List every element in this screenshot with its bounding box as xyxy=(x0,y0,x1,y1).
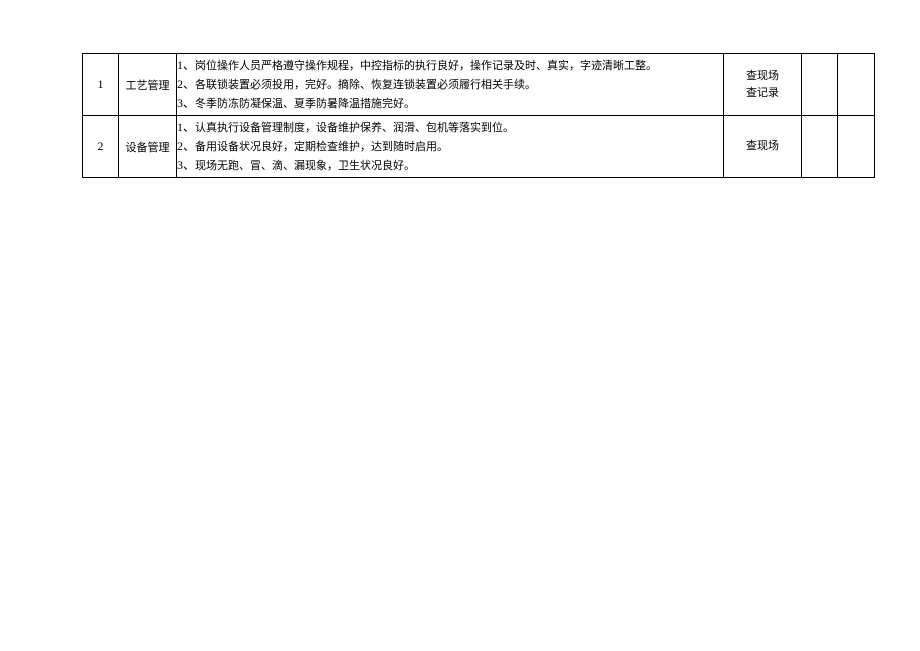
check-line: 查现场 xyxy=(724,138,801,155)
row-number: 1 xyxy=(83,54,119,116)
table-row: 1工艺管理1、岗位操作人员严格遵守操作规程，中控指标的执行良好，操作记录及时、真… xyxy=(83,54,875,116)
line-text: 备用设备状况良好，定期检查维护，达到随时启用。 xyxy=(195,141,448,153)
checklist-table-wrapper: 1工艺管理1、岗位操作人员严格遵守操作规程，中控指标的执行良好，操作记录及时、真… xyxy=(82,53,874,178)
row-check-method: 查现场 xyxy=(724,116,802,178)
line-text: 各联锁装置必须投用，完好。摘除、恢复连锁装置必须履行相关手续。 xyxy=(195,79,536,91)
line-prefix: 2、 xyxy=(177,77,195,91)
content-line: 2、各联锁装置必须投用，完好。摘除、恢复连锁装置必须履行相关手续。 xyxy=(177,75,719,94)
row-category: 设备管理 xyxy=(119,116,177,178)
line-text: 岗位操作人员严格遵守操作规程，中控指标的执行良好，操作记录及时、真实，字迹清晰工… xyxy=(195,60,657,72)
row-content: 1、认真执行设备管理制度，设备维护保养、润滑、包机等落实到位。2、备用设备状况良… xyxy=(177,116,724,178)
content-line: 1、岗位操作人员严格遵守操作规程，中控指标的执行良好，操作记录及时、真实，字迹清… xyxy=(177,56,719,75)
checklist-table: 1工艺管理1、岗位操作人员严格遵守操作规程，中控指标的执行良好，操作记录及时、真… xyxy=(82,53,875,178)
line-text: 现场无跑、冒、滴、漏现象，卫生状况良好。 xyxy=(195,160,415,172)
row-content: 1、岗位操作人员严格遵守操作规程，中控指标的执行良好，操作记录及时、真实，字迹清… xyxy=(177,54,724,116)
empty-cell xyxy=(838,116,875,178)
row-category: 工艺管理 xyxy=(119,54,177,116)
line-prefix: 3、 xyxy=(177,158,195,172)
content-line: 3、现场无跑、冒、滴、漏现象，卫生状况良好。 xyxy=(177,156,719,175)
line-text: 冬季防冻防凝保温、夏季防暑降温措施完好。 xyxy=(195,98,415,110)
empty-cell xyxy=(802,116,838,178)
check-line: 查记录 xyxy=(724,85,801,102)
empty-cell xyxy=(838,54,875,116)
check-line: 查现场 xyxy=(724,68,801,85)
content-line: 3、冬季防冻防凝保温、夏季防暑降温措施完好。 xyxy=(177,94,719,113)
row-check-method: 查现场查记录 xyxy=(724,54,802,116)
line-text: 认真执行设备管理制度，设备维护保养、润滑、包机等落实到位。 xyxy=(195,122,514,134)
line-prefix: 3、 xyxy=(177,96,195,110)
line-prefix: 1、 xyxy=(177,120,195,134)
table-row: 2设备管理1、认真执行设备管理制度，设备维护保养、润滑、包机等落实到位。2、备用… xyxy=(83,116,875,178)
line-prefix: 2、 xyxy=(177,139,195,153)
content-line: 1、认真执行设备管理制度，设备维护保养、润滑、包机等落实到位。 xyxy=(177,118,719,137)
row-number: 2 xyxy=(83,116,119,178)
empty-cell xyxy=(802,54,838,116)
content-line: 2、备用设备状况良好，定期检查维护，达到随时启用。 xyxy=(177,137,719,156)
line-prefix: 1、 xyxy=(177,58,195,72)
